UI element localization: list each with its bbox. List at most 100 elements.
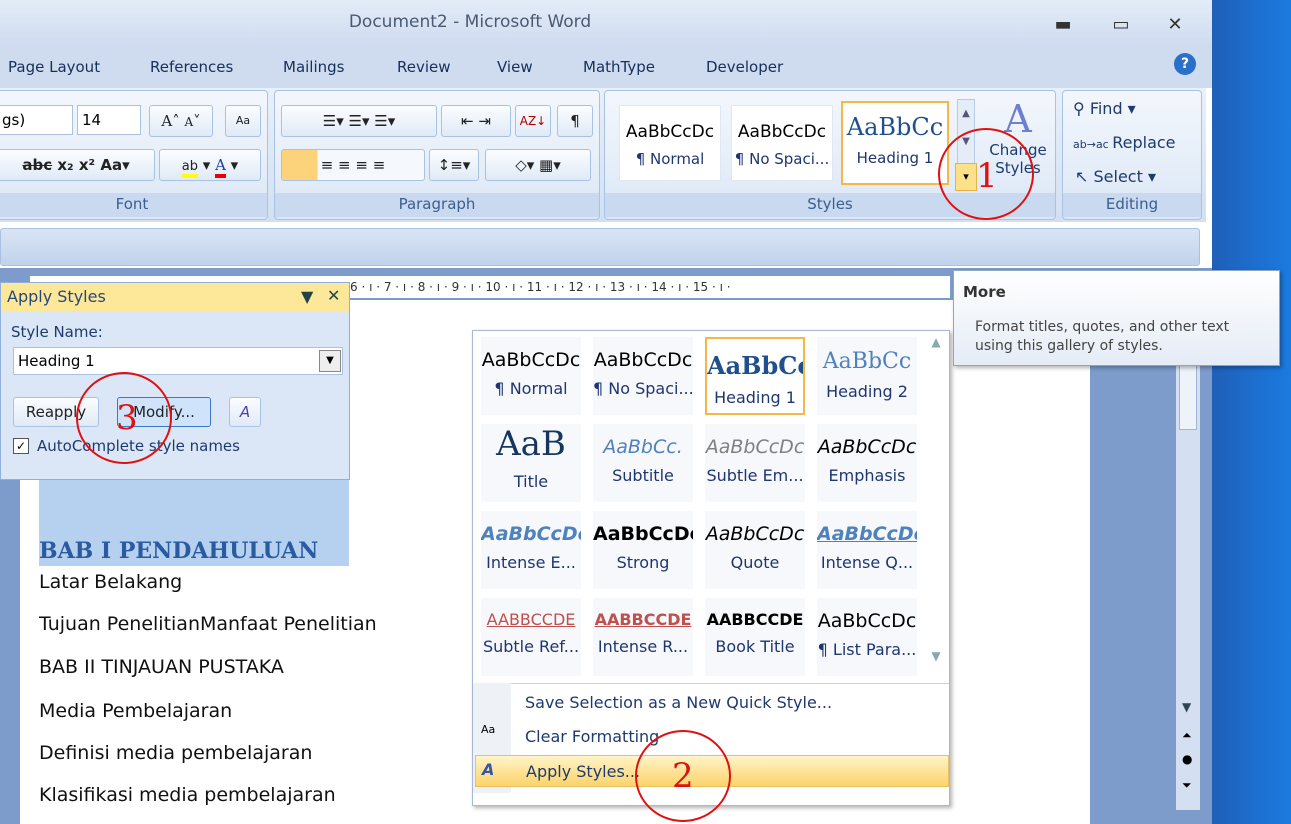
- scroll-thumb[interactable]: [1179, 360, 1197, 430]
- doc-line[interactable]: Media Pembelajaran: [39, 700, 232, 722]
- eraser-icon: Aa: [235, 114, 251, 127]
- style-sample: AABBCCDE: [706, 610, 804, 629]
- style-heading-1[interactable]: AaBbCc Heading 1: [841, 101, 949, 185]
- gallery-style-item[interactable]: AaBbCcDc Intense Q...: [817, 511, 917, 589]
- doc-heading[interactable]: BAB I PENDAHULUAN: [39, 538, 318, 564]
- gallery-style-item[interactable]: AaBbCcDc Strong: [593, 511, 693, 589]
- doc-line[interactable]: Definisi media pembelajaran: [39, 742, 312, 764]
- tab-page-layout[interactable]: Page Layout: [8, 58, 100, 76]
- gallery-scrollbar[interactable]: ▲ ▼: [925, 335, 947, 675]
- cursor-icon: ↖: [1075, 167, 1094, 186]
- style-sample: AaBbCc: [846, 113, 944, 141]
- style-name-dropdown[interactable]: ▼: [319, 350, 341, 372]
- style-sample: AaB: [496, 424, 566, 464]
- highlight-fontcolor-buttons[interactable]: ab ▾ A ▾: [159, 149, 261, 181]
- pane-close-icon[interactable]: ✕: [327, 286, 340, 305]
- pane-menu-icon[interactable]: ▼: [301, 287, 313, 306]
- clear-formatting-button[interactable]: Aa: [225, 105, 261, 137]
- tooltip-text: Format titles, quotes, and other text us…: [975, 319, 1230, 354]
- alignment-buttons[interactable]: ≡ ≡ ≡ ≡: [281, 149, 425, 181]
- style-normal[interactable]: AaBbCcDc ¶ Normal: [619, 105, 721, 181]
- font-group: gs) 14 A˄ A˅ Aa abc x₂ x² Aa▾ ab ▾ A ▾ F…: [0, 90, 268, 220]
- previous-page-icon[interactable]: ⏶: [1182, 728, 1192, 743]
- scroll-down-icon[interactable]: ▼: [1182, 700, 1191, 714]
- autocomplete-checkbox[interactable]: ✓: [13, 438, 29, 454]
- save-quick-style-item[interactable]: Save Selection as a New Quick Style...: [525, 693, 832, 712]
- font-size-select[interactable]: 14: [77, 105, 141, 135]
- style-sample: AaBbCcDc: [481, 349, 581, 371]
- gallery-style-item[interactable]: AaBbCcDc ¶ List Para...: [817, 598, 917, 676]
- replace-button[interactable]: ab→ac Replace: [1073, 133, 1176, 152]
- grow-font-icon: A: [161, 112, 173, 130]
- gallery-style-item[interactable]: AABBCCDE Intense R...: [593, 598, 693, 676]
- tab-mathtype[interactable]: MathType: [583, 58, 655, 76]
- tab-mailings[interactable]: Mailings: [283, 58, 344, 76]
- shrink-font-icon: A: [184, 115, 194, 129]
- gallery-style-item[interactable]: AABBCCDE Book Title: [705, 598, 805, 676]
- more-tooltip: More Format titles, quotes, and other te…: [953, 270, 1280, 366]
- gallery-style-item[interactable]: AaBbCcDc ¶ No Spaci...: [593, 337, 694, 415]
- doc-line[interactable]: Klasifikasi media pembelajaran: [39, 784, 336, 806]
- sort-button[interactable]: AZ↓: [515, 105, 551, 137]
- list-buttons[interactable]: ☰▾ ☰▾ ☰▾: [281, 105, 437, 137]
- select-button[interactable]: ↖ Select ▾: [1075, 167, 1156, 186]
- style-name: ¶ No Spaci...: [734, 150, 830, 168]
- pane-header: Apply Styles ▼ ✕: [1, 283, 349, 311]
- indent-buttons[interactable]: ⇤ ⇥: [441, 105, 511, 137]
- style-name: Intense Q...: [820, 553, 914, 572]
- style-name: Strong: [616, 553, 670, 572]
- style-sample: AaBbCcDc: [481, 523, 581, 545]
- styles-gallery-dropdown: AaBbCcDc ¶ Normal AaBbCcDc ¶ No Spaci... AaB…: [472, 330, 950, 806]
- tab-view[interactable]: View: [497, 58, 533, 76]
- style-name: Subtle Ref...: [482, 637, 580, 656]
- gallery-style-item[interactable]: AaBbCc Heading 2: [817, 337, 917, 415]
- gallery-style-item[interactable]: AaBbCcDc Subtle Em...: [705, 424, 805, 502]
- font-group-label: Font: [0, 193, 267, 217]
- style-sample: AaBbCcDc: [817, 610, 917, 632]
- line-spacing-button[interactable]: ↕≡▾: [429, 149, 479, 181]
- browse-object-icon[interactable]: ●: [1182, 752, 1192, 766]
- doc-line[interactable]: Latar Belakang: [39, 571, 182, 593]
- style-name: Book Title: [715, 637, 795, 656]
- vertical-scrollbar[interactable]: ▼ ⏶ ● ⏷: [1176, 300, 1200, 810]
- gallery-style-item[interactable]: AaBbCcDc Quote: [705, 511, 805, 589]
- gallery-style-item[interactable]: AaBbCc Heading 1: [705, 337, 805, 415]
- minimize-button[interactable]: ▬: [1048, 14, 1078, 35]
- gallery-style-item[interactable]: AaBbCcDc Intense E...: [481, 511, 581, 589]
- gallery-style-item[interactable]: AaBbCcDc ¶ Normal: [481, 337, 581, 415]
- annotation-number-3: 3: [116, 398, 138, 438]
- style-name: ¶ Normal: [494, 379, 568, 398]
- font-color-icon: A: [215, 156, 226, 178]
- clear-formatting-item[interactable]: Clear Formatting: [525, 727, 659, 746]
- tab-references[interactable]: References: [150, 58, 233, 76]
- replace-icon: ab→ac: [1073, 138, 1113, 151]
- text-effects-buttons[interactable]: abc x₂ x² Aa▾: [0, 149, 155, 181]
- doc-line[interactable]: BAB II TINJAUAN PUSTAKA: [39, 656, 284, 678]
- gallery-style-item[interactable]: AaBbCcDc Emphasis: [817, 424, 917, 502]
- maximize-button[interactable]: ▭: [1106, 14, 1136, 35]
- font-name-select[interactable]: gs): [0, 105, 73, 135]
- highlight-icon: ab: [181, 159, 198, 178]
- gallery-style-item[interactable]: AABBCCDE Subtle Ref...: [481, 598, 581, 676]
- apply-styles-icon: A: [482, 760, 495, 779]
- doc-line[interactable]: Tujuan PenelitianManfaat Penelitian: [39, 613, 377, 635]
- close-button[interactable]: ✕: [1160, 14, 1190, 35]
- style-sample: AaBbCc: [822, 349, 912, 374]
- gallery-style-item[interactable]: AaB Title: [481, 424, 581, 502]
- style-no-spacing[interactable]: AaBbCcDc ¶ No Spaci...: [731, 105, 833, 181]
- tab-developer[interactable]: Developer: [706, 58, 783, 76]
- find-button[interactable]: ⚲ Find ▾: [1073, 99, 1136, 118]
- style-name-input[interactable]: Heading 1: [13, 347, 343, 375]
- tab-review[interactable]: Review: [397, 58, 451, 76]
- styles-pane-button[interactable]: A: [229, 397, 261, 427]
- show-marks-button[interactable]: ¶: [557, 105, 593, 137]
- change-case-icon: Aa: [100, 156, 123, 174]
- shading-borders-buttons[interactable]: ◇▾ ▦▾: [485, 149, 591, 181]
- gallery-style-item[interactable]: AaBbCc. Subtitle: [593, 424, 693, 502]
- style-sample: AaBbCcDc: [705, 436, 805, 458]
- help-icon[interactable]: ?: [1174, 53, 1196, 75]
- style-sample: AaBbCcDc: [593, 349, 693, 371]
- next-page-icon[interactable]: ⏷: [1182, 778, 1192, 793]
- apply-styles-label: Apply Styles...: [526, 762, 641, 781]
- grow-shrink-font-buttons[interactable]: A˄ A˅: [149, 105, 213, 137]
